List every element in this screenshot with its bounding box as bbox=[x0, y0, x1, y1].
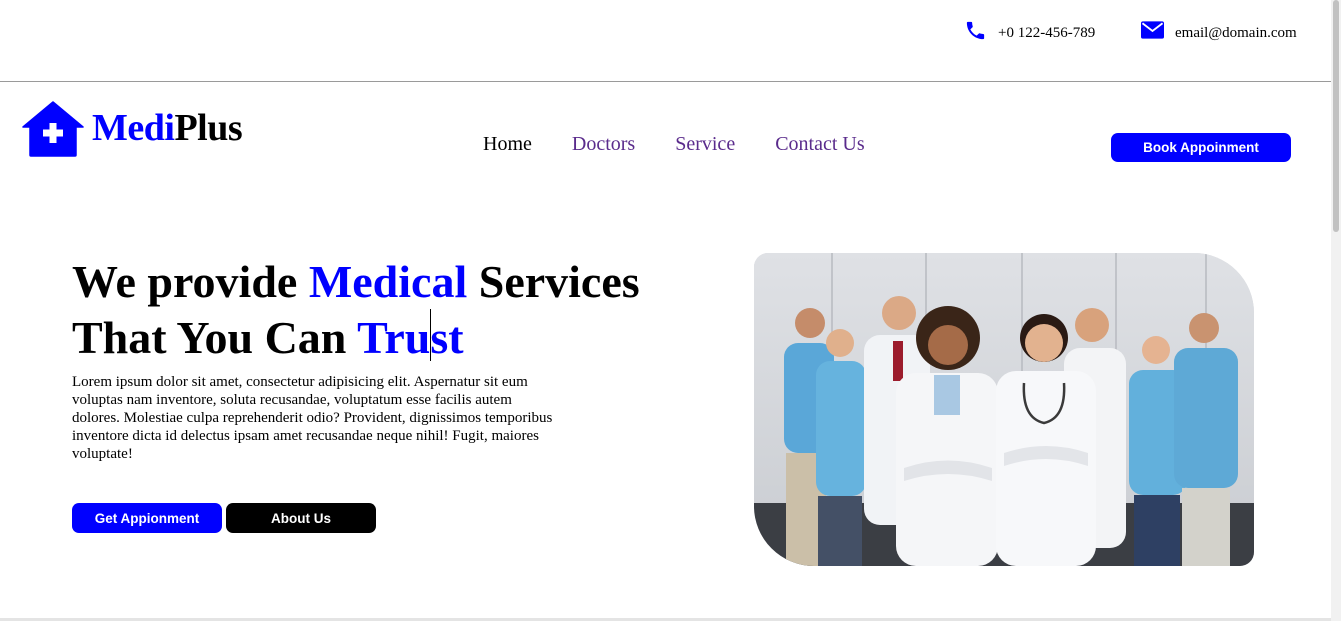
scrollbar-thumb[interactable] bbox=[1333, 0, 1339, 232]
hero-title-text: That You Can bbox=[72, 312, 358, 363]
hero-title-highlight: st bbox=[430, 312, 464, 363]
phone-number: +0 122-456-789 bbox=[998, 25, 1096, 41]
hero-title: We provide Medical Services That You Can… bbox=[72, 254, 640, 365]
envelope-icon bbox=[1141, 21, 1164, 39]
brand-name-part2: Plus bbox=[174, 107, 243, 149]
get-appointment-button[interactable]: Get Appionment bbox=[72, 503, 222, 533]
nav-service[interactable]: Service bbox=[675, 133, 735, 156]
nav-contact-us[interactable]: Contact Us bbox=[775, 133, 864, 156]
hero-title-text: Services bbox=[467, 256, 640, 307]
medical-team-photo bbox=[754, 253, 1254, 566]
top-contact-bar: +0 122-456-789 email@domain.com bbox=[0, 0, 1331, 82]
hero-title-text: We provide bbox=[72, 256, 309, 307]
nav-doctors[interactable]: Doctors bbox=[572, 133, 635, 156]
house-medical-icon bbox=[22, 101, 84, 157]
book-appointment-button[interactable]: Book Appoinment bbox=[1111, 133, 1291, 162]
hero-description: Lorem ipsum dolor sit amet, consectetur … bbox=[72, 374, 553, 462]
brand-name: MediPlus bbox=[92, 106, 243, 150]
about-us-button[interactable]: About Us bbox=[226, 503, 376, 533]
phone-contact[interactable]: +0 122-456-789 bbox=[964, 18, 1095, 42]
hero-title-highlight: Medical bbox=[308, 256, 468, 307]
nav-home[interactable]: Home bbox=[483, 133, 532, 156]
main-nav: Home Doctors Service Contact Us bbox=[483, 133, 905, 156]
phone-icon bbox=[966, 21, 985, 39]
hero-title-highlight: Tru bbox=[357, 312, 431, 363]
email-contact[interactable]: email@domain.com bbox=[1141, 18, 1297, 42]
brand-logo[interactable]: MediPlus bbox=[22, 101, 243, 157]
email-address: email@domain.com bbox=[1175, 25, 1297, 41]
brand-name-part1: Medi bbox=[92, 107, 175, 149]
